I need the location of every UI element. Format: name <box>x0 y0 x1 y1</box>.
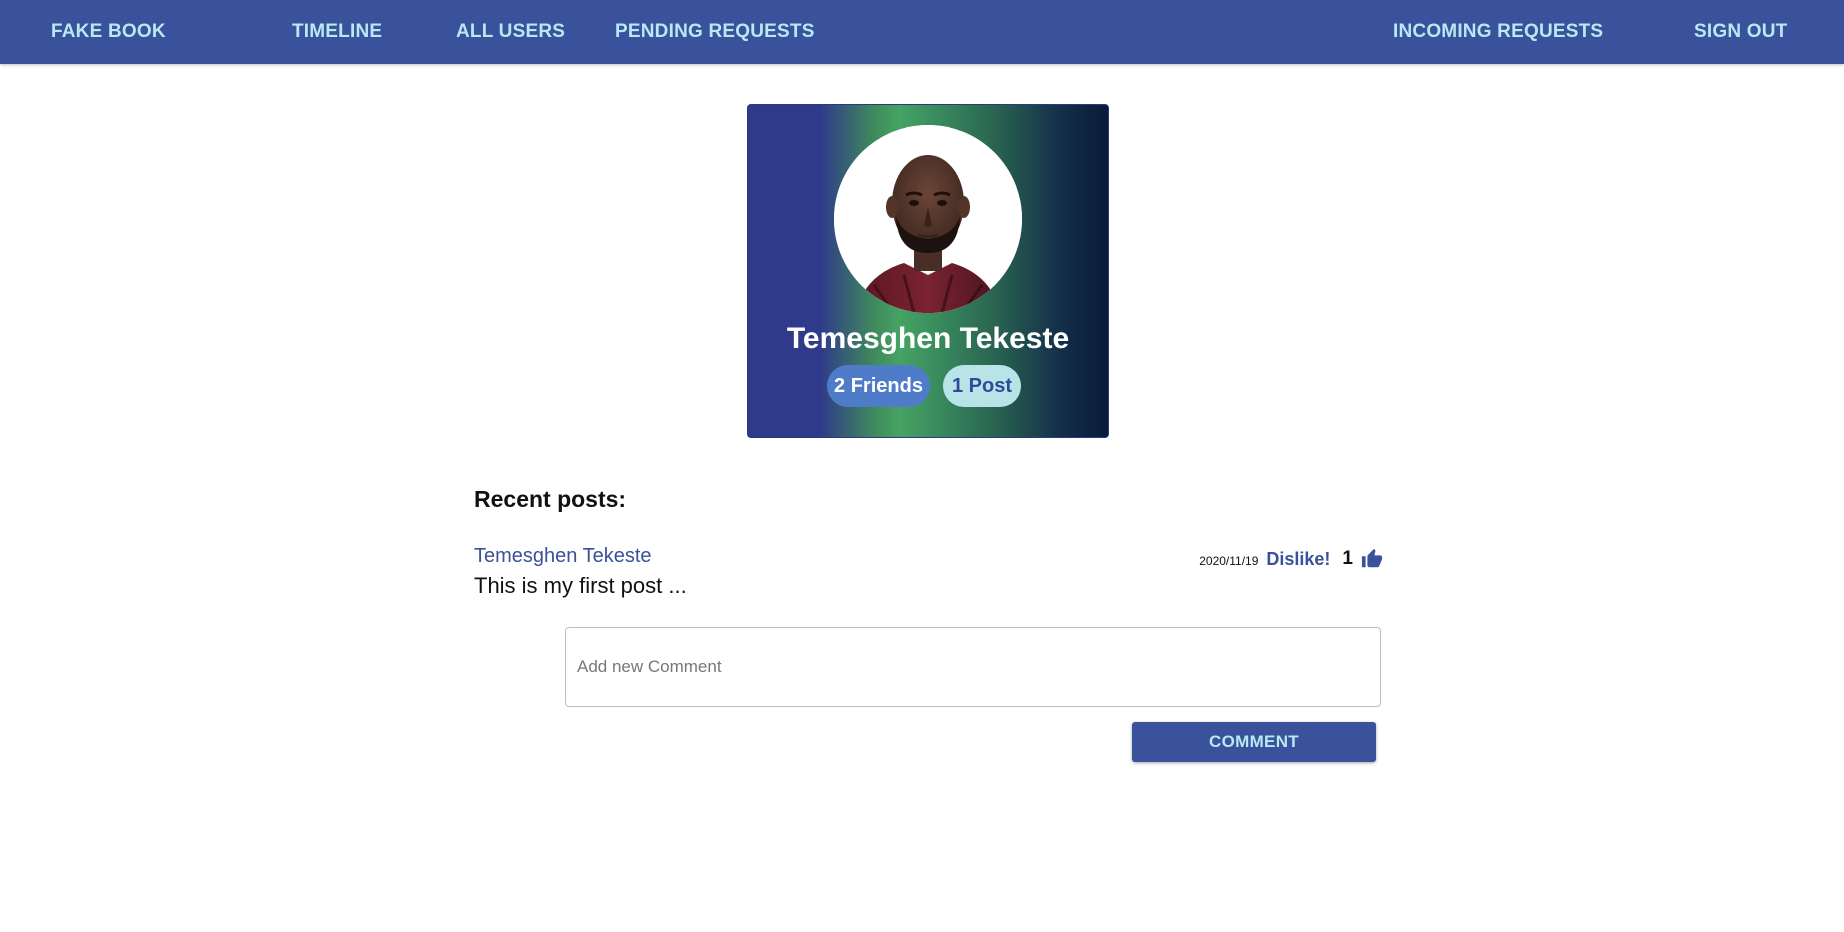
user-photo-icon <box>834 125 1022 313</box>
recent-posts-title: Recent posts: <box>474 486 627 512</box>
post-body: This is my first post ... <box>474 573 687 598</box>
post-author-link[interactable]: Temesghen Tekeste <box>474 545 652 568</box>
brand-link[interactable]: FAKE BOOK <box>51 0 166 64</box>
top-navbar: FAKE BOOK TIMELINE ALL USERS PENDING REQ… <box>0 0 1844 64</box>
comment-input[interactable] <box>565 627 1381 707</box>
nav-pending-requests-link[interactable]: PENDING REQUESTS <box>615 0 815 64</box>
profile-name: Temesghen Tekeste <box>786 322 1070 355</box>
nav-all-users-link[interactable]: ALL USERS <box>456 0 565 64</box>
thumbs-up-icon[interactable] <box>1361 548 1383 570</box>
sign-out-link[interactable]: SIGN OUT <box>1694 0 1787 64</box>
posts-count-badge[interactable]: 1 Post <box>943 365 1021 407</box>
friends-count-badge[interactable]: 2 Friends <box>827 365 930 407</box>
post-meta: 2020/11/19 Dislike! 1 <box>1199 546 1383 572</box>
post-date: 2020/11/19 <box>1199 553 1259 568</box>
profile-card: Temesghen Tekeste 2 Friends 1 Post <box>747 104 1109 438</box>
nav-timeline-link[interactable]: TIMELINE <box>292 0 382 64</box>
avatar <box>834 125 1022 313</box>
dislike-button[interactable]: Dislike! <box>1266 549 1330 570</box>
nav-incoming-requests-link[interactable]: INCOMING REQUESTS <box>1393 0 1603 64</box>
comment-button[interactable]: COMMENT <box>1132 722 1376 762</box>
like-count: 1 <box>1342 548 1353 569</box>
